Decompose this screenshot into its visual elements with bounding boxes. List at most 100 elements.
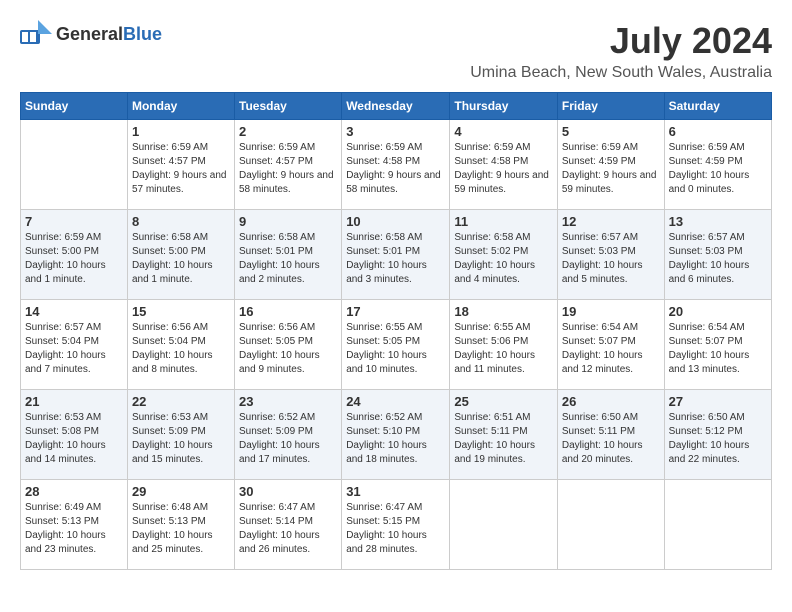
header-day-monday: Monday xyxy=(127,93,234,120)
calendar-cell: 16Sunrise: 6:56 AMSunset: 5:05 PMDayligh… xyxy=(235,300,342,390)
day-number: 9 xyxy=(239,214,337,229)
day-number: 19 xyxy=(562,304,660,319)
day-info: Sunrise: 6:52 AMSunset: 5:09 PMDaylight:… xyxy=(239,411,337,467)
calendar-header-row: SundayMondayTuesdayWednesdayThursdayFrid… xyxy=(21,93,772,120)
day-number: 7 xyxy=(25,214,123,229)
calendar-cell: 6Sunrise: 6:59 AMSunset: 4:59 PMDaylight… xyxy=(664,120,771,210)
day-info: Sunrise: 6:59 AMSunset: 4:58 PMDaylight:… xyxy=(454,141,553,197)
day-number: 21 xyxy=(25,394,123,409)
day-number: 3 xyxy=(346,124,445,139)
calendar-cell: 26 Sunrise: 6:50 AMSunset: 5:11 PMDayligh… xyxy=(557,390,664,480)
day-info: Sunrise: 6:56 AMSunset: 5:04 PMDaylight:… xyxy=(132,321,230,377)
day-info: Sunrise: 6:53 AMSunset: 5:08 PMDaylight:… xyxy=(25,411,123,467)
day-info: Sunrise: 6:49 AMSunset: 5:13 PMDaylight:… xyxy=(25,501,123,557)
calendar-cell: 11Sunrise: 6:58 AMSunset: 5:02 PMDayligh… xyxy=(450,210,558,300)
calendar-cell: 28 Sunrise: 6:49 AMSunset: 5:13 PMDayligh… xyxy=(21,480,128,570)
day-info: Sunrise: 6:50 AMSunset: 5:12 PMDaylight:… xyxy=(669,411,767,467)
day-info: Sunrise: 6:58 AMSunset: 5:02 PMDaylight:… xyxy=(454,231,553,287)
day-info: Sunrise: 6:48 AMSunset: 5:13 PMDaylight:… xyxy=(132,501,230,557)
calendar-cell: 3 Sunrise: 6:59 AMSunset: 4:58 PMDaylight… xyxy=(342,120,450,210)
day-info: Sunrise: 6:58 AMSunset: 5:00 PMDaylight:… xyxy=(132,231,230,287)
calendar-cell: 19 Sunrise: 6:54 AMSunset: 5:07 PMDayligh… xyxy=(557,300,664,390)
day-info: Sunrise: 6:59 AMSunset: 4:58 PMDaylight:… xyxy=(346,141,445,197)
calendar-cell: 10 Sunrise: 6:58 AMSunset: 5:01 PMDayligh… xyxy=(342,210,450,300)
calendar-cell: 12Sunrise: 6:57 AMSunset: 5:03 PMDayligh… xyxy=(557,210,664,300)
calendar-cell: 29 Sunrise: 6:48 AMSunset: 5:13 PMDayligh… xyxy=(127,480,234,570)
calendar-cell xyxy=(664,480,771,570)
day-number: 20 xyxy=(669,304,767,319)
day-number: 10 xyxy=(346,214,445,229)
calendar-cell: 22 Sunrise: 6:53 AMSunset: 5:09 PMDayligh… xyxy=(127,390,234,480)
day-number: 26 xyxy=(562,394,660,409)
day-info: Sunrise: 6:59 AMSunset: 4:59 PMDaylight:… xyxy=(669,141,767,197)
calendar-cell xyxy=(21,120,128,210)
calendar-cell: 9 Sunrise: 6:58 AMSunset: 5:01 PMDaylight… xyxy=(235,210,342,300)
day-info: Sunrise: 6:59 AMSunset: 5:00 PMDaylight:… xyxy=(25,231,123,287)
calendar-cell: 14Sunrise: 6:57 AMSunset: 5:04 PMDayligh… xyxy=(21,300,128,390)
calendar-cell: 30 Sunrise: 6:47 AMSunset: 5:14 PMDayligh… xyxy=(235,480,342,570)
calendar-cell: 20Sunrise: 6:54 AMSunset: 5:07 PMDayligh… xyxy=(664,300,771,390)
calendar-cell: 8 Sunrise: 6:58 AMSunset: 5:00 PMDaylight… xyxy=(127,210,234,300)
logo-icon xyxy=(20,20,52,48)
title-area: July 2024 Umina Beach, New South Wales, … xyxy=(470,20,772,82)
day-number: 23 xyxy=(239,394,337,409)
day-number: 1 xyxy=(132,124,230,139)
day-number: 13 xyxy=(669,214,767,229)
header-day-tuesday: Tuesday xyxy=(235,93,342,120)
day-info: Sunrise: 6:59 AMSunset: 4:57 PMDaylight:… xyxy=(239,141,337,197)
day-info: Sunrise: 6:55 AMSunset: 5:06 PMDaylight:… xyxy=(454,321,553,377)
logo-general: General xyxy=(56,24,123,45)
calendar-cell: 15 Sunrise: 6:56 AMSunset: 5:04 PMDayligh… xyxy=(127,300,234,390)
day-number: 16 xyxy=(239,304,337,319)
calendar-cell: 21 Sunrise: 6:53 AMSunset: 5:08 PMDayligh… xyxy=(21,390,128,480)
day-info: Sunrise: 6:57 AMSunset: 5:03 PMDaylight:… xyxy=(669,231,767,287)
header-day-wednesday: Wednesday xyxy=(342,93,450,120)
header-day-saturday: Saturday xyxy=(664,93,771,120)
day-number: 27 xyxy=(669,394,767,409)
day-info: Sunrise: 6:59 AMSunset: 4:59 PMDaylight:… xyxy=(562,141,660,197)
calendar-week-row: 7 Sunrise: 6:59 AMSunset: 5:00 PMDaylight… xyxy=(21,210,772,300)
day-info: Sunrise: 6:54 AMSunset: 5:07 PMDaylight:… xyxy=(562,321,660,377)
calendar-cell: 31 Sunrise: 6:47 AMSunset: 5:15 PMDayligh… xyxy=(342,480,450,570)
calendar-week-row: 21 Sunrise: 6:53 AMSunset: 5:08 PMDayligh… xyxy=(21,390,772,480)
day-number: 28 xyxy=(25,484,123,499)
day-number: 24 xyxy=(346,394,445,409)
day-number: 30 xyxy=(239,484,337,499)
month-year-title: July 2024 xyxy=(470,20,772,62)
day-info: Sunrise: 6:47 AMSunset: 5:15 PMDaylight:… xyxy=(346,501,445,557)
calendar-cell: 2 Sunrise: 6:59 AMSunset: 4:57 PMDaylight… xyxy=(235,120,342,210)
day-info: Sunrise: 6:59 AMSunset: 4:57 PMDaylight:… xyxy=(132,141,230,197)
calendar-cell: 25Sunrise: 6:51 AMSunset: 5:11 PMDayligh… xyxy=(450,390,558,480)
day-info: Sunrise: 6:47 AMSunset: 5:14 PMDaylight:… xyxy=(239,501,337,557)
day-info: Sunrise: 6:53 AMSunset: 5:09 PMDaylight:… xyxy=(132,411,230,467)
calendar-cell: 27 Sunrise: 6:50 AMSunset: 5:12 PMDayligh… xyxy=(664,390,771,480)
day-number: 18 xyxy=(454,304,553,319)
header-day-thursday: Thursday xyxy=(450,93,558,120)
day-number: 29 xyxy=(132,484,230,499)
day-number: 17 xyxy=(346,304,445,319)
calendar-week-row: 1 Sunrise: 6:59 AMSunset: 4:57 PMDaylight… xyxy=(21,120,772,210)
calendar-cell: 13 Sunrise: 6:57 AMSunset: 5:03 PMDayligh… xyxy=(664,210,771,300)
calendar-cell: 5 Sunrise: 6:59 AMSunset: 4:59 PMDaylight… xyxy=(557,120,664,210)
day-info: Sunrise: 6:52 AMSunset: 5:10 PMDaylight:… xyxy=(346,411,445,467)
day-number: 22 xyxy=(132,394,230,409)
logo: General Blue xyxy=(20,20,162,48)
calendar-week-row: 28 Sunrise: 6:49 AMSunset: 5:13 PMDayligh… xyxy=(21,480,772,570)
day-number: 8 xyxy=(132,214,230,229)
day-number: 4 xyxy=(454,124,553,139)
day-number: 2 xyxy=(239,124,337,139)
calendar-cell: 24 Sunrise: 6:52 AMSunset: 5:10 PMDayligh… xyxy=(342,390,450,480)
calendar-cell: 17Sunrise: 6:55 AMSunset: 5:05 PMDayligh… xyxy=(342,300,450,390)
calendar-week-row: 14Sunrise: 6:57 AMSunset: 5:04 PMDayligh… xyxy=(21,300,772,390)
day-number: 31 xyxy=(346,484,445,499)
day-number: 12 xyxy=(562,214,660,229)
header-day-sunday: Sunday xyxy=(21,93,128,120)
header: General Blue July 2024 Umina Beach, New … xyxy=(20,20,772,82)
day-info: Sunrise: 6:58 AMSunset: 5:01 PMDaylight:… xyxy=(346,231,445,287)
day-number: 5 xyxy=(562,124,660,139)
day-number: 25 xyxy=(454,394,553,409)
day-number: 15 xyxy=(132,304,230,319)
day-info: Sunrise: 6:50 AMSunset: 5:11 PMDaylight:… xyxy=(562,411,660,467)
day-info: Sunrise: 6:58 AMSunset: 5:01 PMDaylight:… xyxy=(239,231,337,287)
calendar-cell: 18 Sunrise: 6:55 AMSunset: 5:06 PMDayligh… xyxy=(450,300,558,390)
